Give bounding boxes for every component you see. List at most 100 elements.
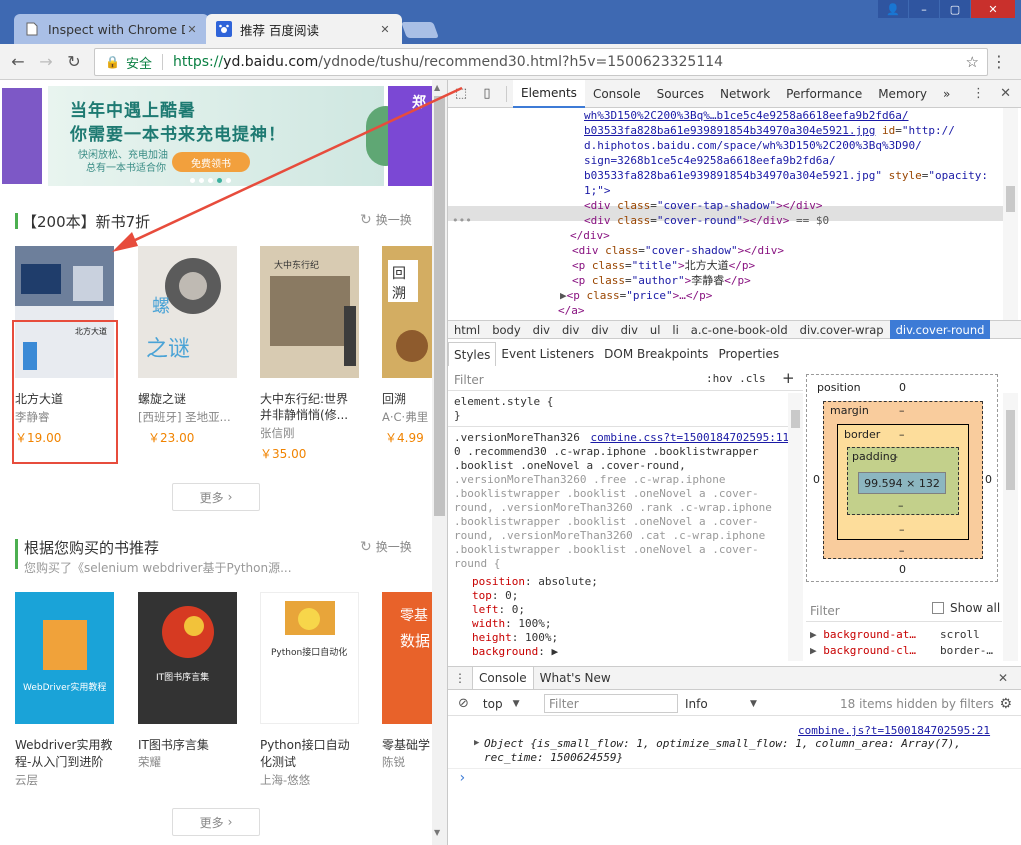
book-title-line2[interactable]: 程-从入门到进阶 [15, 753, 103, 770]
expand-arrow-icon[interactable]: ▶ [474, 738, 479, 748]
crumb-active[interactable]: div.cover-round [889, 320, 991, 339]
more-tabs-icon[interactable]: » [935, 80, 958, 108]
crumb[interactable]: div [527, 320, 556, 339]
subtab-properties[interactable]: Properties [713, 342, 784, 366]
elements-scrollbar[interactable] [1003, 108, 1018, 320]
page-scrollbar-thumb[interactable] [434, 96, 445, 516]
crumb[interactable]: body [486, 320, 526, 339]
drawer-menu-icon[interactable]: ⋮ [448, 667, 472, 689]
close-icon[interactable]: ✕ [185, 23, 199, 36]
chevron-down-icon[interactable]: ▼ [513, 699, 520, 709]
add-rule-icon[interactable]: + [782, 369, 795, 387]
dom-node[interactable]: <p class="title">北方大道</p> [572, 258, 755, 273]
crumb[interactable]: div.cover-wrap [794, 320, 890, 339]
banner-button[interactable]: 免费领书 [172, 152, 250, 172]
book-title[interactable]: 回溯 [382, 390, 406, 407]
chevron-down-icon[interactable]: ▼ [750, 699, 757, 709]
crumb[interactable]: li [666, 320, 684, 339]
computed-row[interactable]: ▶ background-at… scroll [810, 628, 980, 641]
reload-icon[interactable]: ↻ [60, 52, 88, 71]
tab-network[interactable]: Network [712, 80, 778, 108]
elements-tree[interactable]: wh%3D150%2C200%3Bq%…b1ce5c4e9258a6618eef… [448, 108, 1021, 320]
tab-memory[interactable]: Memory [870, 80, 935, 108]
forward-icon[interactable]: → [32, 52, 60, 71]
source-link[interactable]: combine.js?t=1500184702595:21 [798, 724, 990, 737]
book-cover[interactable]: 大中东行纪 [260, 246, 359, 378]
book-title[interactable]: Python接口自动 [260, 736, 350, 753]
tab-performance[interactable]: Performance [778, 80, 870, 108]
new-tab-button[interactable] [401, 22, 439, 38]
banner-prev-slide[interactable] [0, 86, 44, 186]
book-title[interactable]: 螺旋之谜 [138, 390, 186, 407]
address-bar[interactable]: 🔒 安全 https:// yd.baidu.com /ydnode/tushu… [94, 48, 988, 76]
user-icon[interactable]: 👤 [878, 0, 908, 18]
tab-baidu[interactable]: 推荐 百度阅读 ✕ [206, 14, 402, 44]
book-cover[interactable]: 回溯 [382, 246, 432, 378]
carousel-dots[interactable] [190, 178, 231, 183]
book-title[interactable]: IT图书序言集 [138, 736, 209, 753]
subtab-event-listeners[interactable]: Event Listeners [496, 342, 599, 366]
crumb[interactable]: ul [644, 320, 666, 339]
tab-elements[interactable]: Elements [513, 79, 585, 108]
device-toolbar-icon[interactable]: ▯ [474, 86, 500, 101]
book-cover[interactable]: WebDriver实用教程 [15, 592, 114, 724]
crumb[interactable]: a.c-one-book-old [685, 320, 794, 339]
crumb[interactable]: div [556, 320, 585, 339]
browser-menu-icon[interactable]: ⋮ [991, 52, 1007, 71]
console-settings-icon[interactable]: ⚙ [999, 696, 1012, 712]
context-select[interactable]: top [483, 697, 503, 711]
styles-scrollbar[interactable] [788, 393, 803, 661]
scroll-down-icon[interactable]: ▼ [434, 828, 440, 837]
stylesheet-link[interactable]: combine.css?t=1500184702595:11 [590, 431, 788, 444]
more-button[interactable]: 更多 › [172, 483, 260, 511]
more-button[interactable]: 更多 › [172, 808, 260, 836]
dom-node[interactable]: ▶<p class="price">…</p> [560, 288, 712, 303]
crumb[interactable]: div [585, 320, 614, 339]
drawer-tab-whats-new[interactable]: What's New [534, 667, 617, 689]
right-scrollbar-thumb[interactable] [1006, 410, 1015, 490]
console-prompt[interactable]: › [458, 770, 466, 786]
console-object-line1[interactable]: Object {is_small_flow: 1, optimize_small… [484, 737, 961, 750]
styles-scrollbar-thumb[interactable] [791, 410, 800, 428]
minimize-icon[interactable]: – [909, 0, 939, 18]
book-cover[interactable]: IT图书序言集 [138, 592, 237, 724]
show-all-checkbox[interactable]: Show all [932, 601, 1000, 615]
crumb[interactable]: html [448, 320, 486, 339]
book-title[interactable]: Webdriver实用教 [15, 736, 112, 753]
dom-node[interactable]: <div class="cover-tap-shadow"></div> [584, 198, 822, 213]
subtab-styles[interactable]: Styles [448, 342, 497, 366]
hov-cls-toggle[interactable]: :hov .cls [706, 372, 766, 385]
window-close-icon[interactable]: ✕ [971, 0, 1015, 18]
refresh-button[interactable]: ↻ 换一换 [360, 538, 412, 555]
banner-carousel[interactable]: 当年中遇上酷暑 你需要一本书来充电提神！ 快闲放松、充电加油 总有一本书适合你 … [0, 86, 432, 186]
book-title-line2[interactable]: 化测试 [260, 753, 296, 770]
book-cover[interactable]: Python接口自动化 [260, 592, 359, 724]
book-title-line2[interactable]: 并非静悄悄(修... [260, 406, 348, 423]
inspect-element-icon[interactable]: ⬚ [448, 86, 474, 101]
refresh-button[interactable]: ↻ 换一换 [360, 211, 412, 228]
console-filter-input[interactable]: Filter [544, 694, 678, 713]
dom-node[interactable]: <p class="author">李静睿</p> [572, 273, 751, 288]
close-icon[interactable]: ✕ [378, 23, 392, 36]
book-title[interactable]: 北方大道 [15, 390, 63, 407]
book-title[interactable]: 零基础学 [382, 736, 430, 753]
book-cover[interactable]: 零基 数据 [382, 592, 432, 724]
tab-console[interactable]: Console [585, 80, 649, 108]
drawer-close-icon[interactable]: ✕ [992, 667, 1014, 689]
bookmark-star-icon[interactable]: ☆ [966, 53, 979, 71]
scroll-up-icon[interactable]: ▲ [434, 83, 440, 92]
maximize-icon[interactable]: ▢ [940, 0, 970, 18]
tab-inspect[interactable]: Inspect with Chrome Dev ✕ [14, 14, 209, 44]
drawer-tab-console[interactable]: Console [472, 667, 534, 689]
styles-pane[interactable]: element.style { } .versionMoreThan326 co… [448, 393, 788, 661]
devtools-close-icon[interactable]: ✕ [1000, 86, 1011, 101]
level-select[interactable]: Info [685, 697, 708, 711]
book-title[interactable]: 大中东行纪:世界 [260, 390, 348, 407]
elements-scrollbar-thumb[interactable] [1006, 186, 1015, 212]
tab-sources[interactable]: Sources [649, 80, 712, 108]
clear-console-icon[interactable]: ⊘ [458, 696, 469, 711]
console-output[interactable]: combine.js?t=1500184702595:21 ▶ Object {… [448, 720, 1021, 845]
back-icon[interactable]: ← [4, 52, 32, 71]
devtools-menu-icon[interactable]: ⋮ [972, 86, 985, 101]
crumb[interactable]: div [615, 320, 644, 339]
